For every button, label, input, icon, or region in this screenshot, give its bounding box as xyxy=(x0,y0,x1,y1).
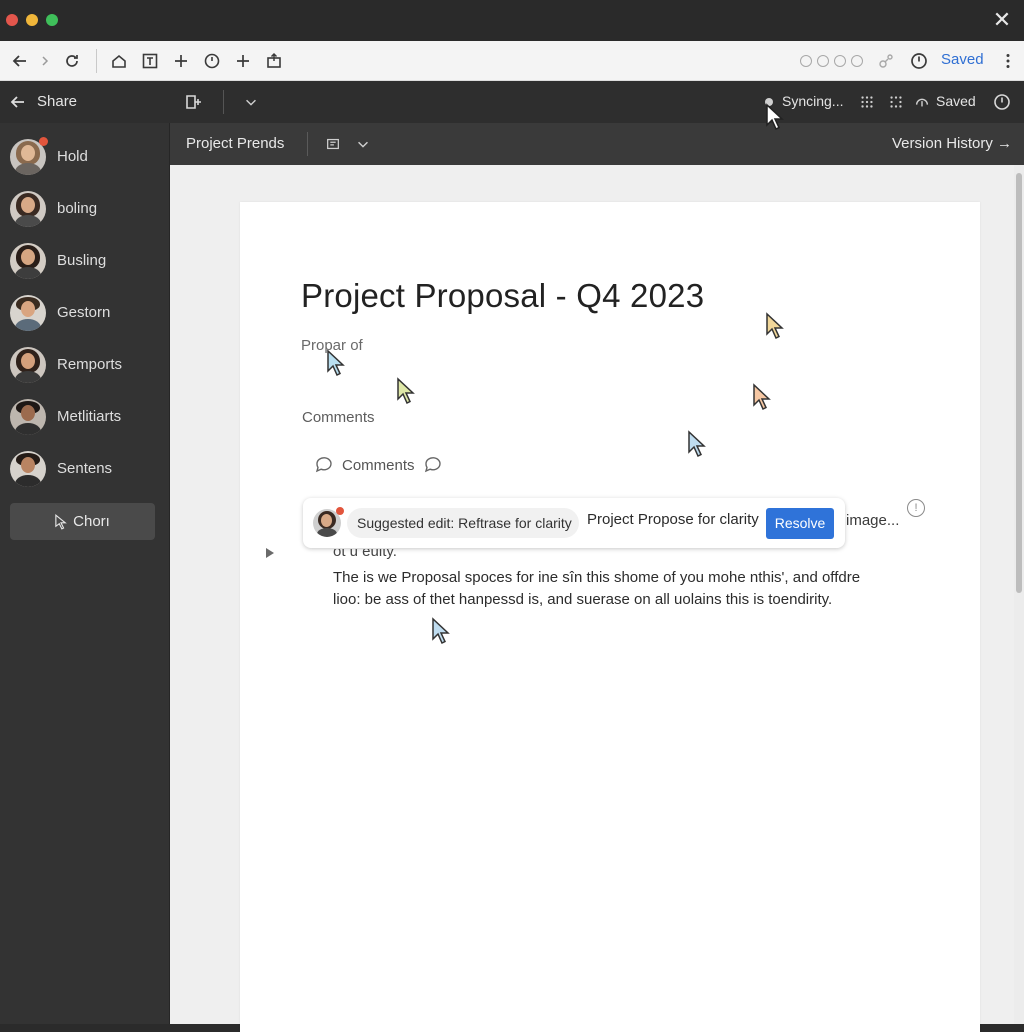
collaborator-item[interactable]: Hold xyxy=(10,137,160,177)
collaborator-item[interactable]: boling xyxy=(10,189,160,229)
document-body-text[interactable]: The is we Proposal spoces for ine sîn th… xyxy=(333,567,873,611)
share-button[interactable]: Share xyxy=(37,93,77,110)
collaborator-name: Metlitiarts xyxy=(57,408,122,425)
back-arrow-icon[interactable] xyxy=(8,92,28,112)
scrollbar[interactable] xyxy=(1014,165,1024,1024)
collaborator-cursor-icon xyxy=(766,103,784,131)
collaborator-name: boling xyxy=(57,200,98,217)
collaborator-cursor-icon xyxy=(397,377,415,405)
home-icon[interactable] xyxy=(107,49,131,73)
suggestion-card[interactable]: Suggested edit: Reftrase for clarity Pro… xyxy=(303,498,845,548)
avatar xyxy=(10,191,46,227)
apps-icon[interactable] xyxy=(886,92,906,112)
comments-label: Comments xyxy=(342,456,415,474)
suggested-edit-pill[interactable]: Suggested edit: Reftrase for clarity xyxy=(347,508,579,538)
chon-button[interactable]: Chorı xyxy=(10,503,155,540)
collaborator-name: Busling xyxy=(57,252,107,269)
collaborator-name: Sentens xyxy=(57,460,113,477)
collaborator-cursor-icon xyxy=(688,430,706,458)
collaborator-cursor-icon xyxy=(432,617,450,645)
collaborator-cursor-icon xyxy=(753,383,771,411)
history-clock-icon[interactable] xyxy=(907,49,931,73)
resolve-button[interactable]: Resolve xyxy=(766,508,834,539)
collaborator-item[interactable]: Metlitiarts xyxy=(10,397,160,437)
presence-ring-icon xyxy=(834,55,846,67)
outline-icon[interactable] xyxy=(323,134,343,154)
collaborator-item[interactable]: Gestorn xyxy=(10,293,160,333)
presence-ring-icon xyxy=(817,55,829,67)
collaborator-cursor-icon xyxy=(766,312,784,340)
window-titlebar: ✕ xyxy=(0,0,1024,41)
close-window-dot[interactable] xyxy=(6,14,18,26)
expand-caret-icon[interactable] xyxy=(266,548,274,558)
reload-icon[interactable] xyxy=(60,49,84,73)
saved-status: Saved xyxy=(936,93,976,109)
comments-heading: Comments xyxy=(302,409,375,426)
collaborator-item[interactable]: Busling xyxy=(10,241,160,281)
app-bar: Share Syncing... Saved xyxy=(0,81,1024,123)
collaborator-name: Hold xyxy=(57,148,88,165)
close-icon[interactable]: ✕ xyxy=(988,6,1016,34)
chon-button-label: Chorı xyxy=(73,513,110,530)
collaborator-item[interactable]: Remports xyxy=(10,345,160,385)
notification-dot-icon xyxy=(39,137,48,146)
avatar xyxy=(10,243,46,279)
avatar xyxy=(10,347,46,383)
add-icon[interactable] xyxy=(169,49,193,73)
comment-bubble-icon xyxy=(315,457,332,473)
saved-status-link[interactable]: Saved xyxy=(941,51,984,68)
collaborators-sidebar: Hold boling Busling Gestorn Remports Met… xyxy=(0,123,170,1024)
collaborator-name: Remports xyxy=(57,356,123,373)
timer-icon[interactable] xyxy=(991,91,1013,113)
avatar xyxy=(10,295,46,331)
share-box-icon[interactable] xyxy=(262,49,286,73)
collaborator-item[interactable]: Sentens xyxy=(10,449,160,489)
syncing-status: Syncing... xyxy=(782,93,844,109)
text-format-icon[interactable] xyxy=(138,49,162,73)
toolbar-divider xyxy=(96,49,97,73)
clock-icon[interactable] xyxy=(200,49,224,73)
presence-ring-icon xyxy=(800,55,812,67)
version-history-link[interactable]: Version History → xyxy=(892,135,1012,152)
notification-dot-icon xyxy=(336,507,344,515)
document-header: Project Prends Version History → xyxy=(170,123,1024,165)
connection-icon[interactable] xyxy=(874,49,898,73)
appbar-divider xyxy=(223,90,224,114)
collaborator-cursor-icon xyxy=(327,349,345,377)
new-document-icon[interactable] xyxy=(183,92,203,112)
collaborator-name: Gestorn xyxy=(57,304,111,321)
document-title[interactable]: Project Proposal - Q4 2023 xyxy=(301,277,704,315)
avatar xyxy=(10,451,46,487)
info-icon[interactable]: ! xyxy=(907,499,925,517)
pointer-icon xyxy=(55,513,68,530)
document-page xyxy=(240,202,980,1032)
cloud-sync-icon xyxy=(912,92,932,112)
scrollbar-thumb[interactable] xyxy=(1016,173,1022,593)
chevron-down-icon[interactable] xyxy=(241,92,261,112)
more-menu-icon[interactable] xyxy=(996,49,1020,73)
back-arrow-icon[interactable] xyxy=(8,49,32,73)
minimize-window-dot[interactable] xyxy=(26,14,38,26)
suggested-text: Project Propose for clarity xyxy=(587,511,759,528)
grid-dots-icon[interactable] xyxy=(857,92,877,112)
image-placeholder-label: image... xyxy=(846,512,900,529)
project-name[interactable]: Project Prends xyxy=(186,135,284,152)
presence-ring-icon xyxy=(851,55,863,67)
document-canvas: Project Proposal - Q4 2023 Propar of Com… xyxy=(170,165,1024,1032)
browser-toolbar: Saved xyxy=(0,41,1024,81)
new-tab-icon[interactable] xyxy=(231,49,255,73)
avatar xyxy=(10,399,46,435)
chevron-down-icon[interactable] xyxy=(353,134,373,154)
comment-bubble-icon[interactable] xyxy=(423,455,443,475)
comments-toggle[interactable]: Comments xyxy=(314,454,443,476)
forward-arrow-icon[interactable] xyxy=(33,49,57,73)
maximize-window-dot[interactable] xyxy=(46,14,58,26)
docbar-divider xyxy=(307,132,308,156)
